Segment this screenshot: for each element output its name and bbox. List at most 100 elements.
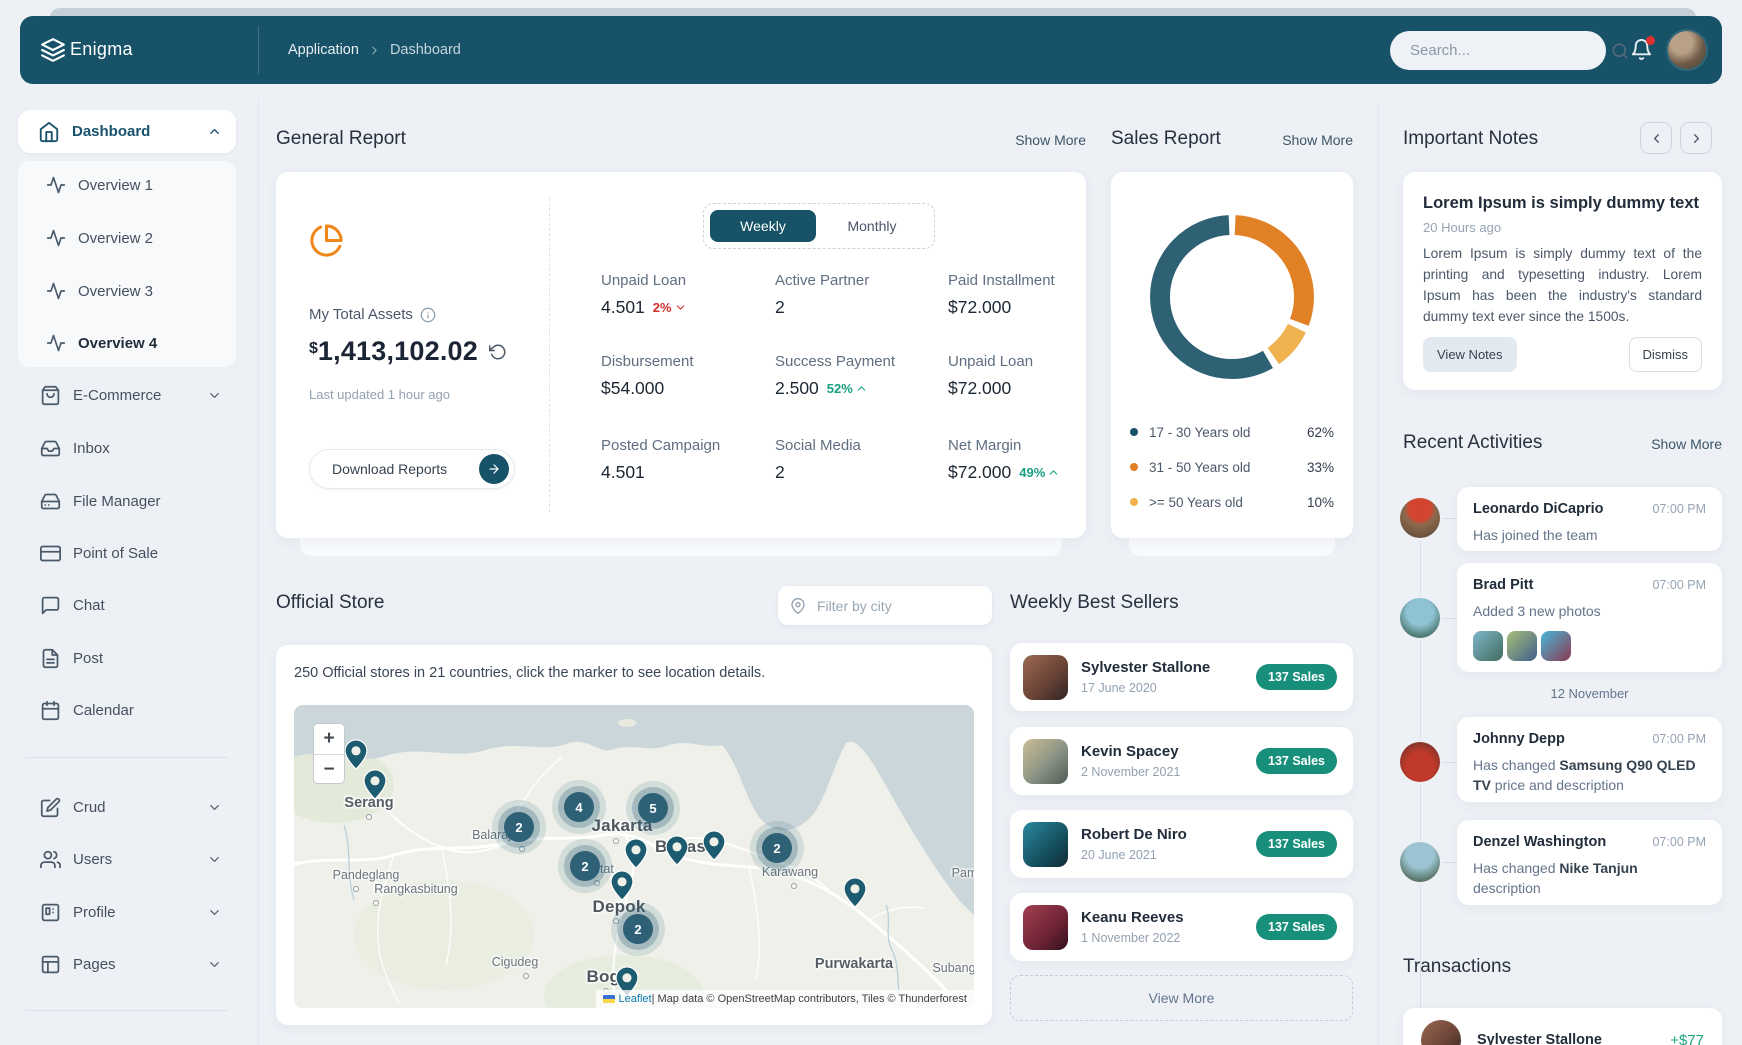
search-input[interactable] (1408, 41, 1611, 60)
map-label: Pama (952, 866, 974, 880)
activity-avatar (1400, 498, 1440, 538)
activity-avatar (1400, 742, 1440, 782)
activity-icon (46, 333, 66, 353)
activity-card-denzel[interactable]: Denzel Washington 07:00 PM Has changed N… (1457, 820, 1722, 905)
sidebar-item-overview-4[interactable]: Overview 4 (18, 319, 236, 367)
view-notes-button[interactable]: View Notes (1423, 337, 1517, 372)
map-pin-marker[interactable] (843, 877, 867, 913)
sidebar-item-crud[interactable]: Crud (18, 783, 236, 831)
map-pin-marker[interactable] (363, 769, 387, 805)
notes-prev-button[interactable] (1640, 122, 1672, 154)
seller-photo (1023, 739, 1068, 784)
best-seller-row-1[interactable]: Sylvester Stallone 17 June 2020 137 Sale… (1010, 643, 1353, 711)
view-more-button[interactable]: View More (1010, 975, 1353, 1021)
legend-row-17-30: 17 - 30 Years old 62% (1130, 422, 1334, 442)
store-map[interactable]: Serang Balaraja Jakarta Bekasi Karawang … (294, 705, 974, 1008)
sidebar-item-overview-3[interactable]: Overview 3 (18, 267, 236, 315)
last-updated-label: Last updated 1 hour ago (309, 387, 450, 402)
sidebar-item-calendar[interactable]: Calendar (18, 686, 236, 734)
sales-badge: 137 Sales (1256, 748, 1337, 774)
map-town-dot (613, 838, 619, 844)
chevron-left-icon (1649, 131, 1664, 146)
activity-card-brad[interactable]: Brad Pitt 07:00 PM Added 3 new photos (1457, 563, 1722, 672)
breadcrumb-application[interactable]: Application (288, 42, 359, 58)
search-icon[interactable] (1611, 42, 1629, 60)
sidebar-item-post[interactable]: Post (18, 634, 236, 682)
sidebar-divider (26, 757, 228, 758)
map-cluster-marker[interactable]: 2 (570, 851, 600, 881)
map-pin-marker[interactable] (610, 870, 634, 906)
transaction-avatar (1421, 1020, 1461, 1045)
legend-dot (1130, 498, 1138, 506)
sidebar-item-profile[interactable]: Profile (18, 888, 236, 936)
seller-photo (1023, 822, 1068, 867)
map-cluster-marker[interactable]: 2 (762, 833, 792, 863)
chevron-down-icon (207, 388, 222, 403)
sidebar-item-inbox[interactable]: Inbox (18, 424, 236, 472)
transaction-row[interactable]: Sylvester Stallone +$77 (1403, 1008, 1722, 1045)
transaction-amount: +$77 (1670, 1032, 1704, 1045)
activity-card-johnny[interactable]: Johnny Depp 07:00 PM Has changed Samsung… (1457, 717, 1722, 802)
map-town-dot (594, 880, 600, 886)
home-icon (38, 121, 60, 143)
map-cluster-marker[interactable]: 4 (564, 792, 594, 822)
chevron-up-icon (207, 124, 222, 139)
sales-report-show-more[interactable]: Show More (1253, 132, 1353, 148)
zoom-out-button[interactable]: − (314, 755, 344, 784)
map-pin-marker[interactable] (665, 835, 689, 871)
stat-disbursement: Disbursement $54.000 (601, 353, 766, 399)
dismiss-button[interactable]: Dismiss (1629, 337, 1703, 372)
sidebar-item-overview-1[interactable]: Overview 1 (18, 161, 236, 209)
filter-by-city-input[interactable] (815, 597, 1000, 615)
shopping-bag-icon (40, 385, 61, 406)
general-report-card: My Total Assets $1,413,102.02 Last updat… (276, 172, 1086, 538)
download-reports-button[interactable]: Download Reports (309, 449, 515, 489)
breadcrumb-dashboard[interactable]: Dashboard (390, 42, 461, 58)
weekly-best-sellers-title: Weekly Best Sellers (1010, 592, 1179, 614)
store-description: 250 Official stores in 21 countries, cli… (294, 665, 765, 681)
filter-by-city-box[interactable] (778, 586, 992, 625)
sidebar-item-users[interactable]: Users (18, 835, 236, 883)
leaflet-link[interactable]: Leaflet (619, 993, 652, 1005)
notification-dot (1646, 36, 1655, 45)
sidebar-item-overview-2[interactable]: Overview 2 (18, 214, 236, 262)
recent-activities-show-more[interactable]: Show More (1622, 436, 1722, 452)
sidebar-item-point-of-sale[interactable]: Point of Sale (18, 529, 236, 577)
info-icon[interactable] (420, 307, 436, 323)
map-cluster-marker[interactable]: 5 (638, 793, 668, 823)
notes-next-button[interactable] (1680, 122, 1712, 154)
pie-chart-icon (309, 223, 344, 258)
refresh-icon[interactable] (489, 343, 507, 361)
edit-icon (40, 797, 61, 818)
activity-card-leonardo[interactable]: Leonardo DiCaprio 07:00 PM Has joined th… (1457, 487, 1722, 551)
age-donut-chart (1137, 202, 1327, 392)
map-pin-marker[interactable] (624, 838, 648, 874)
navbar-separator (258, 26, 259, 74)
general-report-show-more[interactable]: Show More (986, 132, 1086, 148)
note-title: Lorem Ipsum is simply dummy text (1423, 194, 1702, 213)
user-avatar[interactable] (1668, 31, 1706, 69)
weekly-tab[interactable]: Weekly (710, 210, 816, 242)
sidebar-item-pages[interactable]: Pages (18, 940, 236, 988)
users-icon (40, 849, 61, 870)
search-box[interactable] (1390, 31, 1606, 70)
activity-photos (1473, 631, 1706, 661)
chevron-down-icon (207, 852, 222, 867)
sidebar-item-chat[interactable]: Chat (18, 581, 236, 629)
sidebar-item-file-manager[interactable]: File Manager (18, 477, 236, 525)
photo-thumbnail (1541, 631, 1571, 661)
best-seller-row-4[interactable]: Keanu Reeves 1 November 2022 137 Sales (1010, 893, 1353, 961)
best-seller-row-3[interactable]: Robert De Niro 20 June 2021 137 Sales (1010, 810, 1353, 878)
monthly-tab[interactable]: Monthly (816, 210, 928, 242)
stat-active-partner: Active Partner 2 (775, 272, 940, 318)
seller-photo (1023, 905, 1068, 950)
map-cluster-marker[interactable]: 2 (623, 914, 653, 944)
map-pin-marker[interactable] (702, 830, 726, 866)
map-cluster-marker[interactable]: 2 (504, 812, 534, 842)
sidebar-item-dashboard[interactable]: Dashboard (18, 110, 236, 153)
zoom-in-button[interactable]: + (314, 724, 344, 754)
stat-unpaid-loan-2: Unpaid Loan $72.000 (948, 353, 1113, 399)
activity-avatar (1400, 842, 1440, 882)
best-seller-row-2[interactable]: Kevin Spacey 2 November 2021 137 Sales (1010, 727, 1353, 795)
sidebar-item-ecommerce[interactable]: E-Commerce (18, 371, 236, 419)
